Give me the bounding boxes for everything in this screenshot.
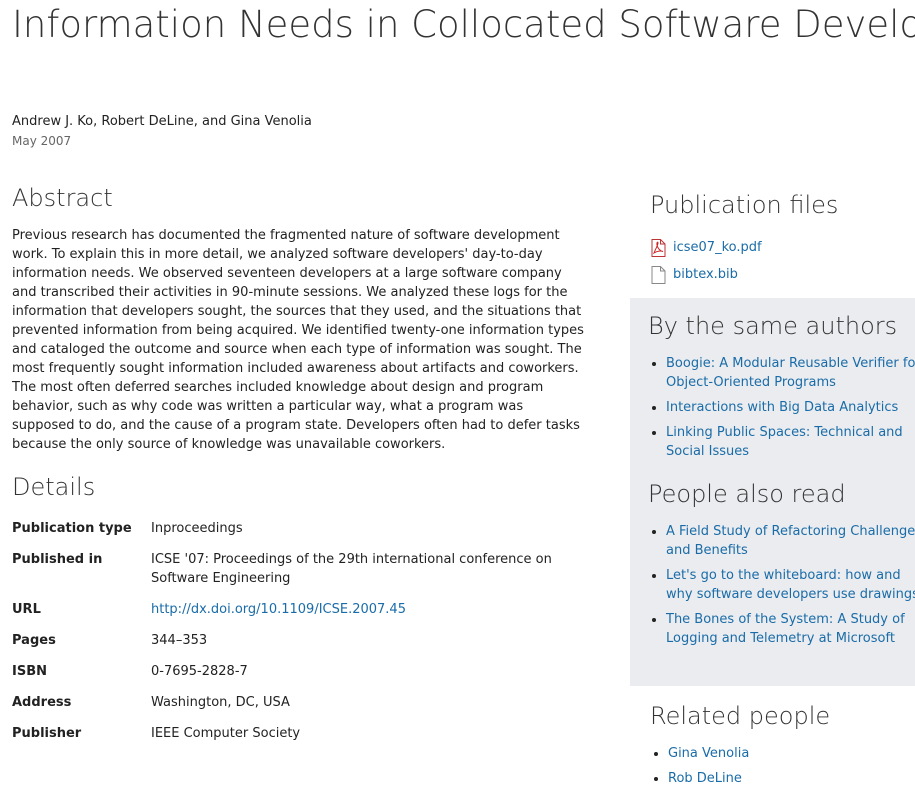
details-value: Washington, DC, USA [151, 695, 290, 710]
details-value: 0-7695-2828-7 [151, 664, 248, 679]
details-value: IEEE Computer Society [151, 726, 301, 741]
details-row-publisher: Publisher IEEE Computer Society [12, 724, 587, 743]
also-read-link[interactable]: Let's go to the whiteboard: how and why … [666, 568, 915, 602]
list-item: Gina Venolia [668, 744, 915, 763]
list-item: Interactions with Big Data Analytics [666, 398, 915, 417]
details-row-url: URL http://dx.doi.org/10.1109/ICSE.2007.… [12, 600, 587, 619]
file-link-bib[interactable]: bibtex.bib [673, 267, 738, 282]
also-read-link[interactable]: A Field Study of Refactoring Challenges … [666, 524, 915, 558]
pdf-file-icon [651, 238, 666, 257]
abstract-heading: Abstract [12, 184, 113, 212]
list-item: Linking Public Spaces: Technical and Soc… [666, 423, 915, 461]
same-authors-link[interactable]: Linking Public Spaces: Technical and Soc… [666, 425, 903, 459]
doi-link[interactable]: http://dx.doi.org/10.1109/ICSE.2007.45 [151, 602, 406, 617]
details-row-isbn: ISBN 0-7695-2828-7 [12, 662, 587, 681]
also-read-list: A Field Study of Refactoring Challenges … [648, 522, 915, 654]
details-label: Published in [12, 552, 103, 567]
abstract-text: Previous research has documented the fra… [12, 228, 584, 452]
related-people-heading: Related people [650, 702, 831, 730]
document-file-icon [651, 265, 666, 284]
list-item: The Bones of the System: A Study of Logg… [666, 610, 915, 648]
file-item: bibtex.bib [650, 261, 762, 288]
details-row-published-in: Published in ICSE '07: Proceedings of th… [12, 550, 587, 588]
details-label: Address [12, 695, 72, 710]
details-label: Pages [12, 633, 56, 648]
details-value: 344–353 [151, 633, 208, 648]
details-row-address: Address Washington, DC, USA [12, 693, 587, 712]
list-item: A Field Study of Refactoring Challenges … [666, 522, 915, 560]
details-heading: Details [12, 473, 96, 501]
file-item: icse07_ko.pdf [650, 234, 762, 261]
details-table: Publication type Inproceedings Published… [12, 519, 587, 755]
file-link-pdf[interactable]: icse07_ko.pdf [673, 240, 762, 255]
details-label: Publication type [12, 521, 132, 536]
related-people-list: Gina Venolia Rob DeLine [650, 744, 915, 794]
also-read-link[interactable]: The Bones of the System: A Study of Logg… [666, 612, 905, 646]
related-person-link[interactable]: Gina Venolia [668, 746, 749, 761]
list-item: Let's go to the whiteboard: how and why … [666, 566, 915, 604]
publication-files-list: icse07_ko.pdf bibtex.bib [650, 234, 762, 288]
details-label: Publisher [12, 726, 82, 741]
same-authors-link[interactable]: Interactions with Big Data Analytics [666, 400, 898, 415]
details-label: ISBN [12, 664, 47, 679]
publication-files-heading: Publication files [650, 191, 839, 219]
same-authors-heading: By the same authors [648, 312, 898, 340]
list-item: Boogie: A Modular Reusable Verifier for … [666, 354, 915, 392]
related-person-link[interactable]: Rob DeLine [668, 771, 742, 786]
also-read-heading: People also read [648, 480, 846, 508]
details-value: ICSE '07: Proceedings of the 29th intern… [151, 552, 552, 586]
page-title: Information Needs in Collocated Software… [12, 3, 915, 46]
publication-date: May 2007 [12, 134, 72, 148]
details-row-pages: Pages 344–353 [12, 631, 587, 650]
details-value: Inproceedings [151, 521, 243, 536]
authors: Andrew J. Ko, Robert DeLine, and Gina Ve… [12, 114, 312, 129]
details-label: URL [12, 602, 41, 617]
list-item: Rob DeLine [668, 769, 915, 788]
same-authors-list: Boogie: A Modular Reusable Verifier for … [648, 354, 915, 467]
details-row-type: Publication type Inproceedings [12, 519, 587, 538]
same-authors-link[interactable]: Boogie: A Modular Reusable Verifier for … [666, 356, 915, 390]
